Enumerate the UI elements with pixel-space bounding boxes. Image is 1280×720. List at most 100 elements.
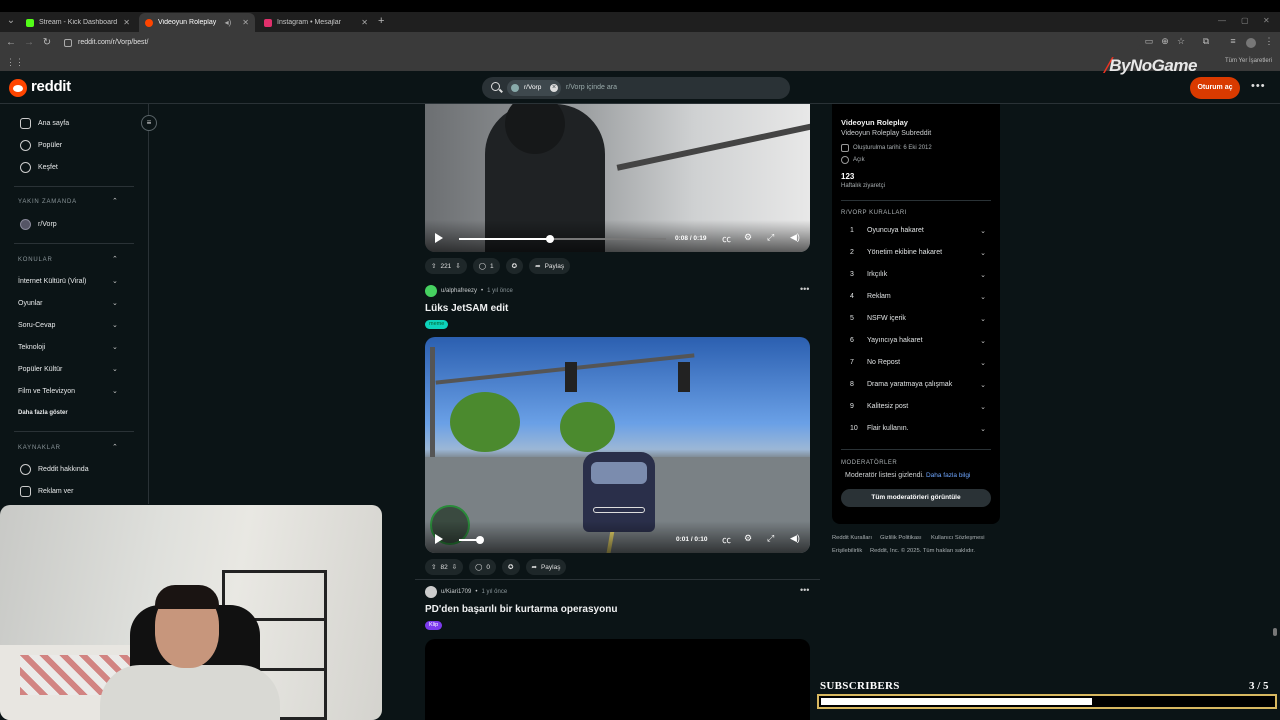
sidebar-item-about[interactable]: Reddit hakkında	[20, 464, 89, 475]
post3-video[interactable]	[425, 639, 810, 720]
minimize-icon[interactable]: —	[1218, 16, 1226, 25]
sidebar-item-vorp[interactable]: r/Vorp	[20, 219, 57, 230]
chevron-up-icon[interactable]: ⌃	[112, 255, 118, 263]
chevron-down-icon[interactable]: ⌄	[112, 365, 118, 373]
post3-title[interactable]: PD'den başarılı bir kurtarma operasyonu	[425, 604, 617, 615]
topic-internet-culture[interactable]: İnternet Kültürü (Viral)	[18, 278, 86, 285]
close-icon[interactable]: ✕	[361, 18, 368, 27]
downvote-icon[interactable]: ⇩	[452, 563, 457, 571]
avatar[interactable]	[425, 285, 437, 297]
browser-menu-icon[interactable]: ⋮	[1264, 36, 1274, 48]
post3-flair[interactable]: Klip	[425, 621, 443, 630]
rule-item[interactable]: 5 NSFW içerik ⌄	[850, 315, 990, 323]
chevron-down-icon[interactable]: ⌄	[980, 381, 986, 389]
more-options-icon[interactable]: •••	[1251, 80, 1266, 92]
post1-video[interactable]	[425, 104, 810, 252]
rule-item[interactable]: 2 Yönetim ekibine hakaret ⌄	[850, 249, 990, 257]
reddit-logo-icon[interactable]	[9, 79, 27, 97]
fullscreen-icon[interactable]: ⤢	[767, 232, 774, 243]
site-info-icon[interactable]	[64, 39, 72, 47]
close-icon[interactable]: ✕	[123, 18, 130, 27]
sidebar-item-home[interactable]: Ana sayfa	[20, 118, 69, 129]
rule-item[interactable]: 6 Yayıncıya hakaret ⌄	[850, 337, 990, 345]
rule-item[interactable]: 10 Flair kullanın. ⌄	[850, 425, 990, 433]
topic-technology[interactable]: Teknoloji	[18, 344, 45, 351]
login-button[interactable]: Oturum aç	[1190, 77, 1240, 99]
share-button[interactable]: ➦ Paylaş	[525, 559, 567, 575]
post2-seekbar[interactable]	[459, 539, 666, 541]
chevron-down-icon[interactable]: ⌄	[112, 277, 118, 285]
chevron-down-icon[interactable]: ⌄	[112, 387, 118, 395]
chevron-down-icon[interactable]: ⌄	[980, 271, 986, 279]
sidebar-item-explore[interactable]: Keşfet	[20, 162, 58, 173]
award-button[interactable]: ✪	[505, 258, 524, 274]
subreddit-search-chip[interactable]: r/Vorp ×	[507, 80, 561, 96]
post-options-icon[interactable]: •••	[800, 585, 809, 595]
view-all-moderators-button[interactable]: Tüm moderatörleri görüntüle	[841, 489, 991, 507]
chevron-down-icon[interactable]: ⌄	[980, 315, 986, 323]
captions-icon[interactable]: ㏄	[722, 232, 731, 245]
topic-qa[interactable]: Soru-Cevap	[18, 322, 55, 329]
chevron-down-icon[interactable]: ⌄	[980, 293, 986, 301]
forward-icon[interactable]: →	[23, 37, 35, 48]
chevron-up-icon[interactable]: ⌃	[112, 197, 118, 205]
bookmark-star-icon[interactable]: ☆	[1176, 36, 1186, 48]
new-tab-icon[interactable]: +	[378, 15, 384, 27]
chevron-down-icon[interactable]: ⌄	[980, 425, 986, 433]
chevron-down-icon[interactable]: ⌄	[112, 299, 118, 307]
play-icon[interactable]	[435, 534, 443, 544]
rule-item[interactable]: 3 Irkçılık ⌄	[850, 271, 990, 279]
rule-item[interactable]: 4 Reklam ⌄	[850, 293, 990, 301]
extensions-icon[interactable]: ⧉	[1201, 36, 1211, 48]
volume-icon[interactable]: ◀)	[790, 232, 800, 243]
sidebar-item-popular[interactable]: Popüler	[20, 140, 62, 151]
url-field[interactable]: reddit.com/r/Vorp/best/	[60, 34, 1140, 52]
upvote-icon[interactable]: ⇧	[431, 563, 436, 571]
speaker-icon[interactable]: ◂)	[225, 18, 232, 27]
tab-kick[interactable]: Stream - Kick Dashboard ✕	[20, 13, 136, 32]
media-icon[interactable]: ≡	[1228, 36, 1238, 48]
sidebar-toggle-icon[interactable]: ≡	[141, 115, 157, 131]
profile-avatar[interactable]	[1246, 38, 1256, 48]
section-resources[interactable]: KAYNAKLAR	[18, 445, 61, 451]
post1-seek-handle[interactable]	[546, 235, 554, 243]
play-icon[interactable]	[435, 233, 443, 243]
settings-gear-icon[interactable]: ⚙	[744, 232, 752, 243]
sidebar-item-advertise[interactable]: Reklam ver	[20, 486, 73, 497]
section-topics[interactable]: KONULAR	[18, 257, 53, 263]
fullscreen-icon[interactable]: ⤢	[767, 533, 774, 544]
learn-more-link[interactable]: Daha fazla bilgi	[926, 472, 970, 479]
tab-instagram[interactable]: Instagram • Mesajlar ✕	[258, 13, 374, 32]
tab-reddit[interactable]: Videoyun Roleplay ◂) ✕	[139, 13, 255, 32]
topic-film-tv[interactable]: Film ve Televizyon	[18, 388, 75, 395]
downvote-icon[interactable]: ⇩	[455, 262, 460, 270]
comments-button[interactable]: ◯ 1	[472, 258, 500, 274]
all-bookmarks[interactable]: Tüm Yer İşaretleri	[1225, 58, 1272, 64]
avatar[interactable]	[425, 586, 437, 598]
search-input[interactable]: r/Vorp içinde ara	[566, 84, 617, 91]
post-author[interactable]: u/Kiari1709	[441, 589, 471, 595]
chip-remove-icon[interactable]: ×	[550, 84, 558, 92]
rule-item[interactable]: 9 Kalitesiz post ⌄	[850, 403, 990, 411]
zoom-icon[interactable]: ⊕	[1160, 36, 1170, 48]
chevron-down-icon[interactable]: ⌄	[980, 227, 986, 235]
comments-button[interactable]: ◯ 0	[469, 559, 497, 575]
post2-flair[interactable]: meme	[425, 320, 449, 329]
topic-games[interactable]: Oyunlar	[18, 300, 43, 307]
chevron-down-icon[interactable]: ⌄	[112, 343, 118, 351]
chevron-down-icon[interactable]: ⌄	[112, 321, 118, 329]
show-more-link[interactable]: Daha fazla göster	[18, 410, 68, 416]
tab-search-icon[interactable]: ⌄	[4, 14, 18, 28]
post2-title[interactable]: Lüks JetSAM edit	[425, 303, 508, 314]
chevron-down-icon[interactable]: ⌄	[980, 249, 986, 257]
settings-gear-icon[interactable]: ⚙	[744, 533, 752, 544]
post-author[interactable]: u/alphafreezy	[441, 288, 477, 294]
section-recent[interactable]: YAKIN ZAMANDA	[18, 199, 77, 205]
volume-icon[interactable]: ◀)	[790, 533, 800, 544]
chevron-down-icon[interactable]: ⌄	[980, 337, 986, 345]
vote-control[interactable]: ⇧ 221 ⇩	[425, 258, 467, 274]
award-button[interactable]: ✪	[502, 559, 520, 575]
reload-icon[interactable]: ↻	[41, 37, 53, 48]
close-icon[interactable]: ✕	[242, 18, 249, 27]
back-icon[interactable]: ←	[5, 37, 17, 48]
